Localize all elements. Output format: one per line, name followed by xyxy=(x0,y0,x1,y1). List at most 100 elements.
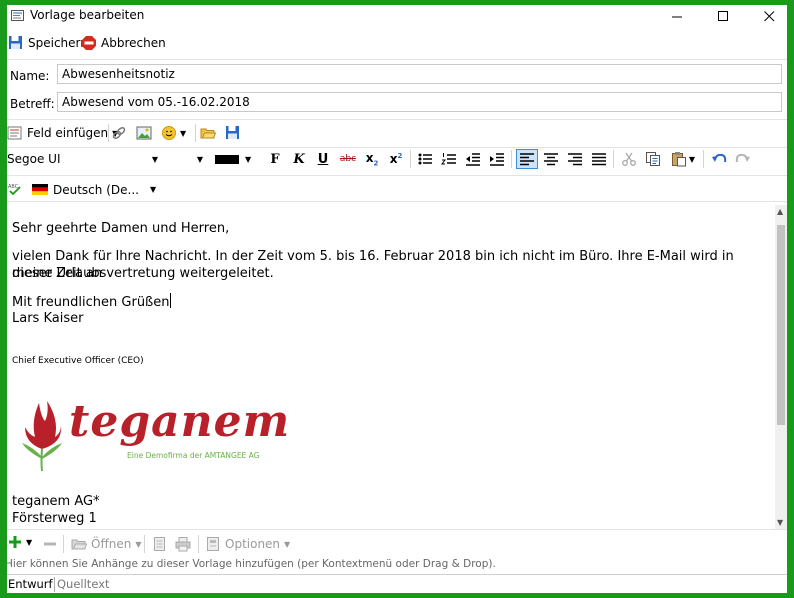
maximize-button[interactable] xyxy=(701,5,745,27)
attachment-options-button[interactable]: Optionen ▼ xyxy=(205,536,290,552)
superscript-button[interactable]: x2 xyxy=(386,149,406,169)
chevron-down-icon: ▼ xyxy=(688,154,696,164)
folder-open-icon xyxy=(200,128,216,139)
insert-image-button[interactable] xyxy=(136,125,152,141)
message-editor[interactable]: Sehr geehrte Damen und Herren, vielen Da… xyxy=(7,205,775,529)
cut-button[interactable] xyxy=(619,149,639,169)
align-left-button[interactable] xyxy=(516,149,538,169)
name-value: Abwesenheitsnotiz xyxy=(62,67,175,81)
indent-icon xyxy=(490,153,504,166)
logo-tagline: Eine Demofirma der AMTANGEE AG xyxy=(127,451,260,460)
subscript-button[interactable]: x2 xyxy=(362,149,382,169)
open-label: Öffnen xyxy=(91,537,132,551)
bold-button[interactable]: F xyxy=(265,149,285,169)
open-attachment-button[interactable]: Öffnen ▼ xyxy=(71,536,141,552)
folder-open-icon xyxy=(71,539,87,550)
font-size-select[interactable]: ▼ xyxy=(167,149,205,169)
app-icon xyxy=(11,10,24,21)
plus-icon xyxy=(9,536,21,548)
justify-button[interactable] xyxy=(589,149,609,169)
copy-button[interactable] xyxy=(643,149,663,169)
language-bar: ABC Deutsch (De... ▼ xyxy=(7,181,787,199)
view-tabs: Entwurf Quelltext xyxy=(7,576,787,593)
smiley-icon xyxy=(162,126,176,140)
company-logo: teganem Eine Demofirma der AMTANGEE AG xyxy=(19,397,289,479)
insert-toolbar: Feld einfügen ▼ ▼ xyxy=(7,123,787,143)
bullet-list-icon xyxy=(418,153,432,165)
subject-label: Betreff: xyxy=(10,97,55,111)
spellcheck-button[interactable]: ABC xyxy=(8,182,22,196)
document-icon xyxy=(154,537,165,551)
attachment-toolbar: ▼ Öffnen ▼ Optionen ▼ xyxy=(7,534,787,554)
save-button[interactable]: Speichern xyxy=(8,35,88,51)
image-icon xyxy=(136,126,152,140)
company-name: teganem AG* xyxy=(12,494,100,509)
undo-button[interactable] xyxy=(709,149,729,169)
chevron-down-icon: ▼ xyxy=(135,539,142,549)
numbered-list-icon xyxy=(441,153,456,165)
divider xyxy=(7,574,787,575)
minimize-button[interactable] xyxy=(655,5,699,27)
strikethrough-icon: abc xyxy=(339,154,357,164)
chevron-down-icon: ▼ xyxy=(151,154,158,164)
attachment-drop-area[interactable]: Hier können Sie Anhänge zu dieser Vorlag… xyxy=(7,556,787,574)
chevron-down-icon: ▼ xyxy=(180,128,187,138)
language-select[interactable]: Deutsch (De... ▼ xyxy=(32,181,156,198)
divider xyxy=(7,119,787,120)
superscript-icon: x2 xyxy=(389,152,403,166)
add-attachment-button[interactable]: ▼ xyxy=(9,536,32,548)
align-right-button[interactable] xyxy=(565,149,585,169)
align-center-icon xyxy=(544,153,558,166)
decrease-indent-button[interactable] xyxy=(463,149,483,169)
subscript-icon: x2 xyxy=(365,150,379,168)
save-template-button[interactable] xyxy=(225,125,241,141)
redo-button[interactable] xyxy=(733,149,753,169)
align-left-icon xyxy=(520,153,534,166)
name-input[interactable]: Abwesenheitsnotiz xyxy=(57,64,782,84)
field-insert-icon xyxy=(7,126,22,140)
open-template-button[interactable] xyxy=(200,125,216,141)
editor-scrollbar[interactable]: ▲ ▼ xyxy=(775,205,787,529)
sender-name: Lars Kaiser xyxy=(12,311,84,326)
divider xyxy=(7,175,787,176)
logo-wordmark: teganem xyxy=(69,396,291,447)
increase-indent-button[interactable] xyxy=(487,149,507,169)
toolbar-separator xyxy=(144,535,145,553)
save-attachment-button[interactable] xyxy=(152,536,168,552)
subject-input[interactable]: Abwesend vom 05.-16.02.2018 xyxy=(57,92,782,112)
underline-button[interactable]: U xyxy=(313,149,333,169)
numbered-list-button[interactable] xyxy=(439,149,459,169)
options-icon xyxy=(207,537,219,551)
toolbar-separator xyxy=(410,150,411,168)
cancel-button[interactable]: Abbrechen xyxy=(81,35,166,51)
bullet-list-button[interactable] xyxy=(415,149,435,169)
toolbar-separator xyxy=(198,535,199,553)
toolbar-separator xyxy=(63,535,64,553)
window-title: Vorlage bearbeiten xyxy=(30,8,145,22)
link-icon xyxy=(112,127,126,139)
text-color-swatch xyxy=(215,154,239,164)
save-label: Speichern xyxy=(28,36,88,50)
italic-button[interactable]: K xyxy=(289,149,309,169)
german-flag-icon xyxy=(32,184,48,195)
spellcheck-icon: ABC xyxy=(8,184,21,196)
scrollbar-thumb[interactable] xyxy=(777,225,785,425)
minus-icon xyxy=(44,542,56,546)
paste-button[interactable]: ▼ xyxy=(667,149,699,169)
insert-field-button[interactable]: Feld einfügen ▼ xyxy=(7,125,118,141)
text-color-button[interactable]: ▼ xyxy=(215,149,251,169)
insert-emoji-button[interactable]: ▼ xyxy=(161,125,186,141)
toolbar-separator xyxy=(703,150,704,168)
remove-attachment-button[interactable] xyxy=(44,538,56,550)
tab-source[interactable]: Quelltext xyxy=(57,577,110,591)
tab-design[interactable]: Entwurf xyxy=(8,577,53,591)
font-family-select[interactable]: Segoe UI ▼ xyxy=(7,149,162,169)
strikethrough-button[interactable]: abc xyxy=(337,149,359,169)
close-button[interactable] xyxy=(747,5,787,27)
align-justify-icon xyxy=(592,153,606,166)
minimize-icon xyxy=(671,16,682,17)
align-center-button[interactable] xyxy=(541,149,561,169)
print-attachment-button[interactable] xyxy=(175,536,191,552)
divider xyxy=(7,529,787,530)
insert-link-button[interactable] xyxy=(111,125,127,141)
